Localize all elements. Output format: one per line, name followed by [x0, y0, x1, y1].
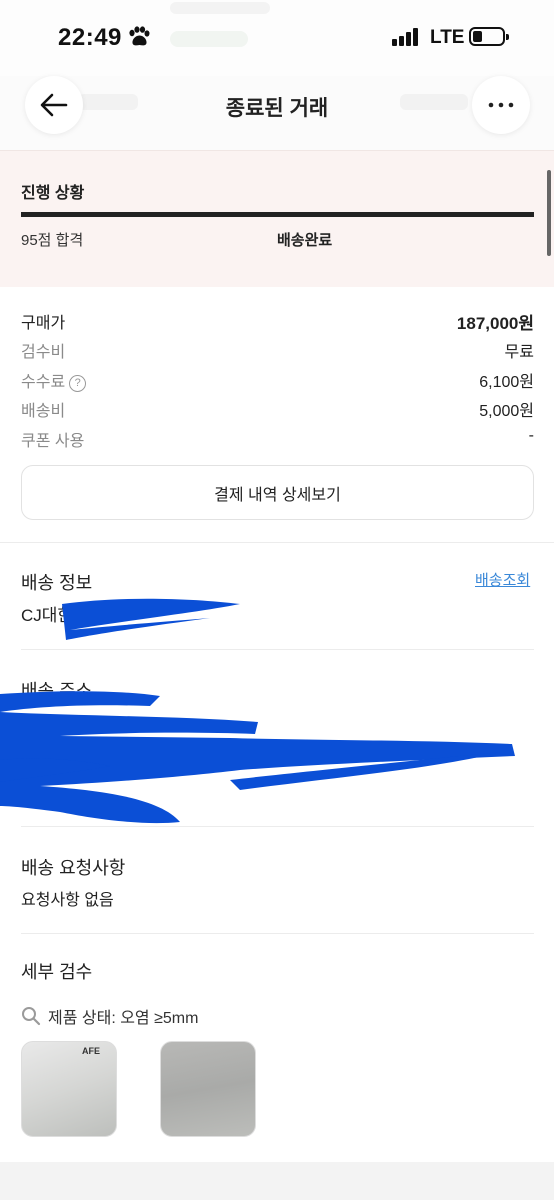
redaction-overlay	[0, 598, 515, 824]
